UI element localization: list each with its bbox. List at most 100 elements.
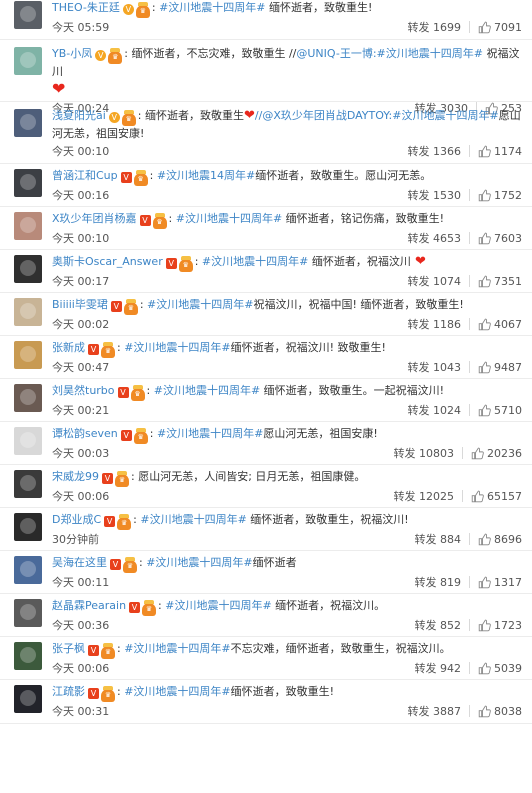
repost-button[interactable]: 转发 1024	[408, 401, 462, 421]
username-link[interactable]: 曾涵江和Cup	[52, 169, 118, 182]
avatar[interactable]	[14, 47, 42, 75]
like-button[interactable]: 5710	[478, 401, 522, 421]
repost-button[interactable]: 转发 1043	[408, 358, 462, 378]
like-button[interactable]: 1723	[478, 616, 522, 636]
like-button[interactable]: 20236	[471, 444, 522, 464]
hashtag-link[interactable]: #汶川地震十四周年#	[124, 685, 230, 698]
hashtag-link[interactable]: #汶川地震十四周年#	[140, 513, 246, 526]
username-link[interactable]: 宋威龙99	[52, 470, 99, 483]
repost-button[interactable]: 转发 1699	[408, 18, 462, 38]
like-button[interactable]: 9487	[478, 358, 522, 378]
like-button[interactable]: 5039	[478, 659, 522, 679]
username-link[interactable]: THEO-朱正廷	[52, 1, 120, 14]
repost-label: 转发	[414, 533, 437, 546]
avatar[interactable]	[14, 599, 42, 627]
repost-button[interactable]: 转发 1074	[408, 272, 462, 292]
avatar[interactable]	[14, 109, 42, 137]
username-link[interactable]: 赵晶霖Pearain	[52, 599, 126, 612]
like-button[interactable]: 8038	[478, 702, 522, 722]
hashtag-link[interactable]: #汶川地震十四周年#	[146, 556, 252, 569]
username-link[interactable]: Biiiii毕雯珺	[52, 298, 108, 311]
fan-medal-icon: ♛	[121, 110, 136, 126]
hashtag-link[interactable]: #汶川地震十四周年#	[157, 427, 263, 440]
username-link[interactable]: 张子枫	[52, 642, 85, 655]
repost-button[interactable]: 转发 819	[415, 573, 462, 593]
avatar[interactable]	[14, 169, 42, 197]
hashtag-link[interactable]: :#汶川地震十四周年#	[373, 47, 483, 60]
mention-link[interactable]: @UNIQ-王一博	[296, 47, 372, 60]
thumbs-up-icon	[478, 705, 494, 718]
repost-button[interactable]: 转发 10803	[394, 444, 455, 464]
like-button[interactable]: 7351	[478, 272, 522, 292]
heart-icon: ❤	[244, 108, 255, 123]
hashtag-link[interactable]: #汶川地震十四周年#	[159, 1, 265, 14]
comment-body: 浅夏阳光ai V ♛: 缅怀逝者，致敬重生❤//@X玖少年团肖战DAYTOY:#汶川…	[52, 108, 522, 142]
like-count: 65157	[487, 490, 522, 503]
verified-badge-icon: V	[88, 645, 99, 656]
username-link[interactable]: D郑业成C	[52, 513, 101, 526]
hashtag-link[interactable]: #汶川地震十四周年#	[176, 212, 282, 225]
like-button[interactable]: 4067	[478, 315, 522, 335]
avatar[interactable]	[14, 212, 42, 240]
hashtag-link[interactable]: #汶川地震十四周年#	[165, 599, 271, 612]
repost-button[interactable]: 转发 12025	[394, 487, 455, 507]
like-button[interactable]: 1752	[478, 186, 522, 206]
like-button[interactable]: 1317	[478, 573, 522, 593]
hashtag-link[interactable]: #汶川地震十四周年#	[154, 384, 260, 397]
repost-button[interactable]: 转发 942	[415, 659, 462, 679]
comment-item: 浅夏阳光ai V ♛: 缅怀逝者，致敬重生❤//@X玖少年团肖战DAYTOY:#汶川…	[0, 102, 532, 164]
like-count: 7351	[494, 275, 522, 288]
avatar[interactable]	[14, 427, 42, 455]
username-link[interactable]: 张新成	[52, 341, 85, 354]
username-link[interactable]: X玖少年团肖杨嘉	[52, 212, 137, 225]
username-link[interactable]: 奥斯卡Oscar_Answer	[52, 255, 163, 268]
avatar[interactable]	[14, 685, 42, 713]
avatar[interactable]	[14, 470, 42, 498]
action-divider	[469, 404, 470, 416]
avatar[interactable]	[14, 341, 42, 369]
like-button[interactable]: 8696	[478, 530, 522, 550]
avatar[interactable]	[14, 513, 42, 541]
avatar[interactable]	[14, 298, 42, 326]
avatar-shade	[20, 432, 36, 448]
hashtag-link[interactable]: #汶川地震十四周年#	[202, 255, 308, 268]
repost-count: 1699	[433, 21, 461, 34]
repost-button[interactable]: 转发 1366	[408, 142, 462, 162]
like-button[interactable]: 65157	[471, 487, 522, 507]
comment-item: Biiiii毕雯珺 V ♛: #汶川地震十四周年#祝福汶川，祝福中国! 缅怀逝者，致…	[0, 293, 532, 336]
comment-text: 缅怀逝者，致敬重生，祝福汶川!	[246, 513, 409, 526]
repost-button[interactable]: 转发 1530	[408, 186, 462, 206]
hashtag-link[interactable]: #汶川地震14周年#	[157, 169, 255, 182]
username-link[interactable]: 刘昊然turbo	[52, 384, 115, 397]
repost-button[interactable]: 转发 4653	[408, 229, 462, 249]
repost-button[interactable]: 转发 3887	[408, 702, 462, 722]
hashtag-link[interactable]: #汶川地震十四周年#	[392, 109, 498, 122]
heart-icon: ❤	[410, 254, 426, 269]
avatar[interactable]	[14, 556, 42, 584]
like-button[interactable]: 7603	[478, 229, 522, 249]
username-link[interactable]: 江疏影	[52, 685, 85, 698]
thumbs-up-icon	[478, 533, 494, 546]
avatar[interactable]	[14, 255, 42, 283]
avatar[interactable]	[14, 384, 42, 412]
hashtag-link[interactable]: #汶川地震十四周年#	[124, 341, 230, 354]
like-button[interactable]: 7091	[478, 18, 522, 38]
like-count: 1174	[494, 145, 522, 158]
mention-link[interactable]: //@X玖少年团肖战DAYTOY:	[255, 109, 392, 122]
comment-meta: 今天 00:11 转发 819 1317	[52, 573, 522, 593]
hashtag-link[interactable]: #汶川地震十四周年#	[124, 642, 230, 655]
username-link[interactable]: 谭松韵seven	[52, 427, 118, 440]
avatar[interactable]	[14, 642, 42, 670]
repost-button[interactable]: 转发 1186	[408, 315, 462, 335]
comment-text: 缅怀逝者，致敬重生!	[265, 1, 373, 14]
hashtag-link[interactable]: #汶川地震十四周年#	[147, 298, 253, 311]
like-count: 5039	[494, 662, 522, 675]
repost-button[interactable]: 转发 852	[415, 616, 462, 636]
like-button[interactable]: 1174	[478, 142, 522, 162]
repost-button[interactable]: 转发 884	[415, 530, 462, 550]
avatar[interactable]	[14, 1, 42, 29]
username-link[interactable]: 浅夏阳光ai	[52, 109, 106, 122]
comment-body: X玖少年团肖杨嘉 V ♛: #汶川地震十四周年# 缅怀逝者，铭记伤痛，致敬重生!	[52, 211, 522, 229]
username-link[interactable]: 吴海在这里	[52, 556, 107, 569]
username-link[interactable]: YB-小凤	[52, 47, 92, 60]
